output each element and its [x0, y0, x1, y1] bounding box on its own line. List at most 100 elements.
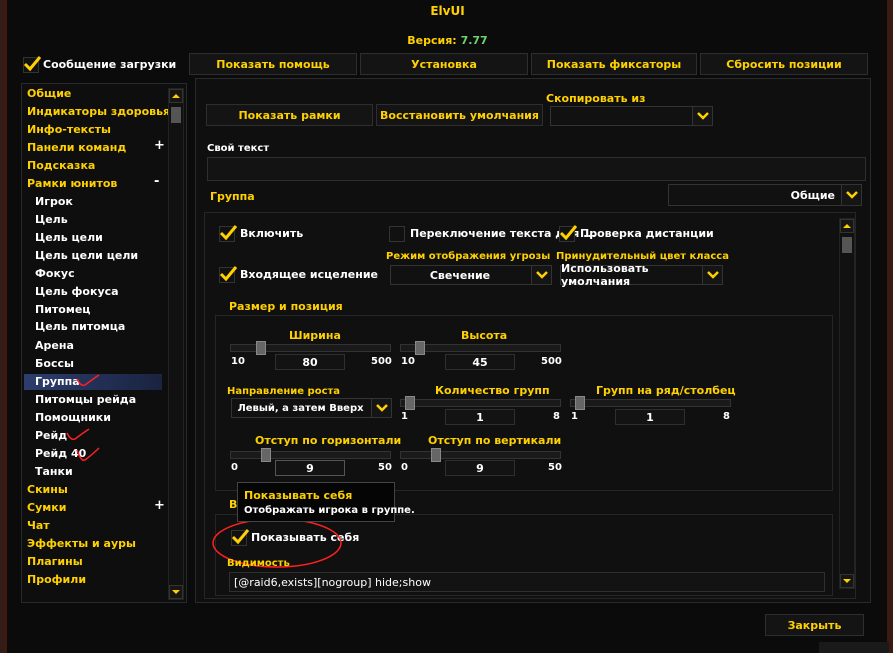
panel-scroll-thumb[interactable]: [842, 237, 852, 253]
threat-mode-dropdown[interactable]: Свечение: [390, 265, 552, 285]
arrow-down-icon: [843, 579, 851, 583]
sidebar-item-auras[interactable]: Эффекты и ауры: [27, 537, 136, 550]
sidebar: Общие Индикаторы здоровья Инфо-тексты Па…: [21, 83, 187, 603]
growth-direction-dropdown[interactable]: Левый, а затем Вверх: [231, 398, 392, 418]
dropdown-arrow-icon[interactable]: [841, 185, 861, 205]
custom-text-input[interactable]: [207, 157, 866, 181]
width-max: 500: [371, 356, 392, 367]
sidebar-item-nameplates[interactable]: Индикаторы здоровья: [27, 105, 170, 118]
group-section-label: Группа: [210, 190, 255, 203]
expand-bags-icon[interactable]: +: [154, 498, 165, 513]
sidebar-item-raidpet[interactable]: Питомцы рейда: [35, 393, 136, 406]
sidebar-item-party[interactable]: Группа: [35, 375, 80, 388]
h-spacing-slider-thumb[interactable]: [261, 448, 271, 462]
sidebar-item-raid[interactable]: Рейд: [35, 429, 67, 442]
copy-from-label: Скопировать из: [546, 92, 646, 105]
group-dropdown[interactable]: Общие: [668, 184, 862, 206]
sidebar-item-pet[interactable]: Питомец: [35, 303, 90, 316]
h-spacing-label: Отступ по горизонтали: [255, 434, 402, 447]
text-toggle-checkbox[interactable]: [389, 226, 405, 242]
width-slider-thumb[interactable]: [256, 341, 266, 355]
panel-scroll-down-button[interactable]: [840, 574, 854, 588]
checkmark-icon: [219, 266, 238, 282]
sidebar-item-general[interactable]: Общие: [27, 87, 71, 100]
growth-direction-value: Левый, а затем Вверх: [237, 402, 364, 414]
num-groups-slider-thumb[interactable]: [405, 396, 415, 410]
panel-scrollbar[interactable]: [839, 218, 855, 589]
v-spacing-value-input[interactable]: 9: [445, 460, 515, 476]
install-button[interactable]: Установка: [360, 53, 528, 75]
width-label: Ширина: [289, 329, 341, 342]
force-class-color-dropdown[interactable]: Использовать умолчания: [560, 262, 723, 288]
sidebar-item-datatexts[interactable]: Инфо-тексты: [27, 123, 111, 136]
height-slider-thumb[interactable]: [415, 341, 425, 355]
v-spacing-slider-thumb[interactable]: [431, 448, 441, 462]
sidebar-item-actionbars[interactable]: Панели команд: [27, 141, 126, 154]
sidebar-scroll-down-button[interactable]: [169, 585, 183, 599]
sidebar-scroll-up-button[interactable]: [169, 89, 183, 103]
dropdown-arrow-icon[interactable]: [371, 399, 391, 417]
visibility-input[interactable]: [@raid6,exists][nogroup] hide;show: [229, 572, 825, 592]
show-anchors-button[interactable]: Показать фиксаторы: [531, 53, 697, 75]
width-slider[interactable]: [230, 341, 391, 355]
show-frames-button[interactable]: Показать рамки: [206, 104, 373, 126]
restore-defaults-button[interactable]: Восстановить умолчания: [376, 104, 543, 126]
dropdown-arrow-icon[interactable]: [702, 266, 722, 284]
dropdown-arrow-icon[interactable]: [531, 266, 551, 284]
sidebar-scrollbar[interactable]: [168, 88, 184, 600]
login-message-checkbox[interactable]: [23, 56, 42, 73]
sidebar-item-boss[interactable]: Боссы: [35, 357, 74, 370]
range-check-checkbox[interactable]: [559, 225, 578, 242]
close-button[interactable]: Закрыть: [765, 614, 864, 636]
enable-checkbox[interactable]: [219, 225, 238, 242]
h-spacing-max: 50: [378, 462, 392, 473]
height-value-input[interactable]: 45: [445, 354, 515, 370]
groups-per-row-slider-thumb[interactable]: [575, 396, 585, 410]
sidebar-item-plugins[interactable]: Плагины: [27, 555, 83, 568]
sidebar-item-skins[interactable]: Скины: [27, 483, 68, 496]
sidebar-item-targettarget[interactable]: Цель цели: [35, 231, 103, 244]
version-label: Версия: 7.77: [1, 34, 893, 47]
version-text: Версия:: [407, 34, 457, 47]
sidebar-item-profiles[interactable]: Профили: [27, 573, 86, 586]
sidebar-item-target[interactable]: Цель: [35, 213, 68, 226]
sidebar-scroll-thumb[interactable]: [171, 107, 181, 123]
sidebar-item-bags[interactable]: Сумки: [27, 501, 66, 514]
h-spacing-value-input[interactable]: 9: [275, 460, 345, 476]
panel-scroll-up-button[interactable]: [840, 219, 854, 233]
copy-from-dropdown[interactable]: [550, 106, 713, 126]
h-spacing-slider[interactable]: [230, 448, 391, 462]
tooltip-text: Отображать игрока в группе.: [244, 505, 415, 516]
arrow-down-icon: [172, 590, 180, 594]
expand-actionbars-icon[interactable]: +: [154, 138, 165, 153]
login-message-label: Сообщение загрузки: [43, 58, 177, 71]
reset-positions-button[interactable]: Сбросить позиции: [700, 53, 868, 75]
groups-per-row-value-input[interactable]: 1: [615, 409, 685, 425]
growth-direction-label: Направление роста: [227, 386, 341, 397]
v-spacing-slider[interactable]: [400, 448, 561, 462]
sidebar-item-unitframes[interactable]: Рамки юнитов: [27, 177, 117, 190]
show-help-button[interactable]: Показать помощь: [189, 53, 357, 75]
sidebar-item-chat[interactable]: Чат: [27, 519, 50, 532]
dropdown-arrow-icon[interactable]: [692, 107, 712, 125]
sidebar-item-targettargettarget[interactable]: Цель цели цели: [35, 249, 138, 262]
sidebar-item-arena[interactable]: Арена: [35, 339, 74, 352]
collapse-unitframes-icon[interactable]: -: [154, 174, 159, 189]
sidebar-item-tank[interactable]: Танки: [35, 465, 73, 478]
num-groups-value-input[interactable]: 1: [445, 409, 515, 425]
width-min: 10: [231, 356, 245, 367]
sidebar-item-tooltip[interactable]: Подсказка: [27, 159, 95, 172]
checkmark-icon: [219, 225, 238, 241]
incoming-heal-checkbox[interactable]: [219, 266, 238, 283]
groups-per-row-slider[interactable]: [570, 396, 731, 410]
sidebar-item-focustarget[interactable]: Цель фокуса: [35, 285, 119, 298]
height-slider[interactable]: [400, 341, 561, 355]
sidebar-item-assist[interactable]: Помощники: [35, 411, 111, 424]
sidebar-item-player[interactable]: Игрок: [35, 195, 73, 208]
sidebar-item-pettarget[interactable]: Цель питомца: [35, 320, 125, 333]
num-groups-slider[interactable]: [400, 396, 561, 410]
sidebar-item-focus[interactable]: Фокус: [35, 267, 75, 280]
num-groups-min: 1: [401, 411, 408, 422]
group-dropdown-value: Общие: [790, 188, 835, 202]
width-value-input[interactable]: 80: [275, 354, 345, 370]
